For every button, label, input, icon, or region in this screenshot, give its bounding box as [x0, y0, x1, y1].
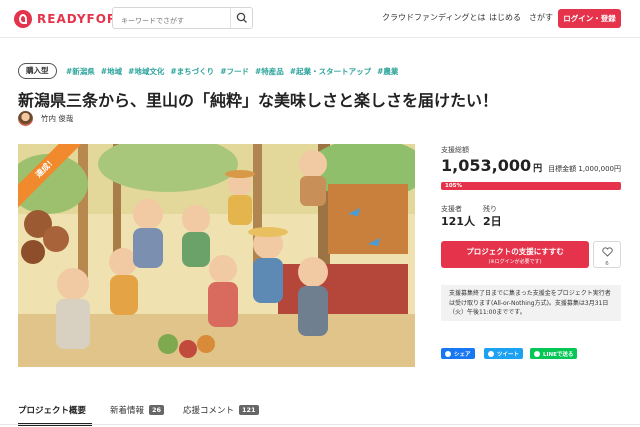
logo-icon — [14, 10, 32, 28]
project-title: 新潟県三条から、里山の「純粋」な美味しさと楽しさを届けたい！ — [18, 91, 499, 110]
tag-link[interactable]: #まちづくり — [170, 66, 214, 77]
facebook-icon — [445, 350, 451, 357]
favorite-count: 6 — [605, 261, 609, 267]
tab-overview[interactable]: プロジェクト概要 — [18, 404, 86, 416]
line-share-button[interactable]: LINEで送る — [530, 348, 578, 359]
tag-list: #新潟県 #地域 #地域文化 #まちづくり #フード #特産品 #起業・スタート… — [66, 66, 398, 77]
support-button-note: (※ログインが必要です) — [488, 259, 542, 265]
tag-link[interactable]: #フード — [220, 66, 249, 77]
progress-fill — [441, 182, 621, 190]
tag-link[interactable]: #新潟県 — [66, 66, 95, 77]
owner-name: 竹内 俊哉 — [41, 114, 74, 123]
heart-icon — [601, 247, 613, 257]
tab-updates[interactable]: 新着情報 26 — [110, 404, 165, 416]
remaining-value: 2日 — [483, 215, 502, 228]
facebook-share-button[interactable]: シェア — [441, 348, 475, 359]
tag-link[interactable]: #起業・スタートアップ — [290, 66, 371, 77]
tag-link[interactable]: #特産品 — [255, 66, 284, 77]
support-button-label: プロジェクトの支援にすすむ — [466, 247, 564, 256]
search-box — [112, 7, 253, 31]
nav-about[interactable]: クラウドファンディングとは — [382, 12, 485, 23]
nav-search[interactable]: さがす — [529, 12, 553, 23]
project-type-badge[interactable]: 購入型 — [18, 63, 57, 79]
readyfor-logo[interactable]: READYFOR — [14, 10, 117, 28]
comments-count-badge: 121 — [239, 405, 259, 415]
tab-label: 応援コメント — [183, 406, 235, 416]
progress-label: 105% — [445, 183, 462, 189]
owner-avatar — [18, 111, 33, 126]
share-label: シェア — [454, 351, 471, 358]
supporters-value: 121人 — [441, 215, 475, 228]
share-label: ツイート — [497, 351, 520, 358]
site-header: READYFOR クラウドファンディングとは はじめる さがす ログイン・登録 — [0, 0, 640, 38]
target-amount: 目標金額 1,000,000円 — [548, 165, 621, 173]
project-owner[interactable]: 竹内 俊哉 — [18, 111, 73, 126]
login-button[interactable]: ログイン・登録 — [558, 9, 621, 28]
tab-label: 新着情報 — [110, 406, 145, 416]
search-button[interactable] — [230, 8, 252, 28]
tab-label: プロジェクト概要 — [18, 406, 87, 416]
updates-count-badge: 26 — [149, 405, 165, 415]
total-label: 支援総額 — [441, 146, 469, 154]
tabs-divider — [0, 424, 640, 425]
tag-link[interactable]: #地域文化 — [128, 66, 164, 77]
favorite-button[interactable]: 6 — [593, 241, 621, 268]
project-hero-image: 達成！ — [18, 144, 415, 367]
progress-bar — [441, 182, 621, 190]
line-icon — [534, 350, 540, 357]
twitter-icon — [488, 350, 494, 357]
twitter-share-button[interactable]: ツイート — [484, 348, 524, 359]
share-label: LINEで送る — [543, 351, 574, 358]
funding-note: 支援募集終了日までに集まった支援金をプロジェクト実行者は受け取ります(All-o… — [441, 285, 621, 321]
search-icon — [236, 12, 247, 23]
tag-link[interactable]: #農業 — [377, 66, 398, 77]
achieved-ribbon-label: 達成！ — [18, 144, 88, 210]
achieved-ribbon: 達成！ — [18, 144, 88, 214]
support-button[interactable]: プロジェクトの支援にすすむ (※ログインが必要です) — [441, 241, 589, 268]
tab-comments[interactable]: 応援コメント 121 — [183, 404, 259, 416]
search-input[interactable] — [113, 11, 225, 31]
nav-start[interactable]: はじめる — [489, 12, 521, 23]
logo-text: READYFOR — [37, 12, 118, 26]
tag-link[interactable]: #地域 — [101, 66, 122, 77]
